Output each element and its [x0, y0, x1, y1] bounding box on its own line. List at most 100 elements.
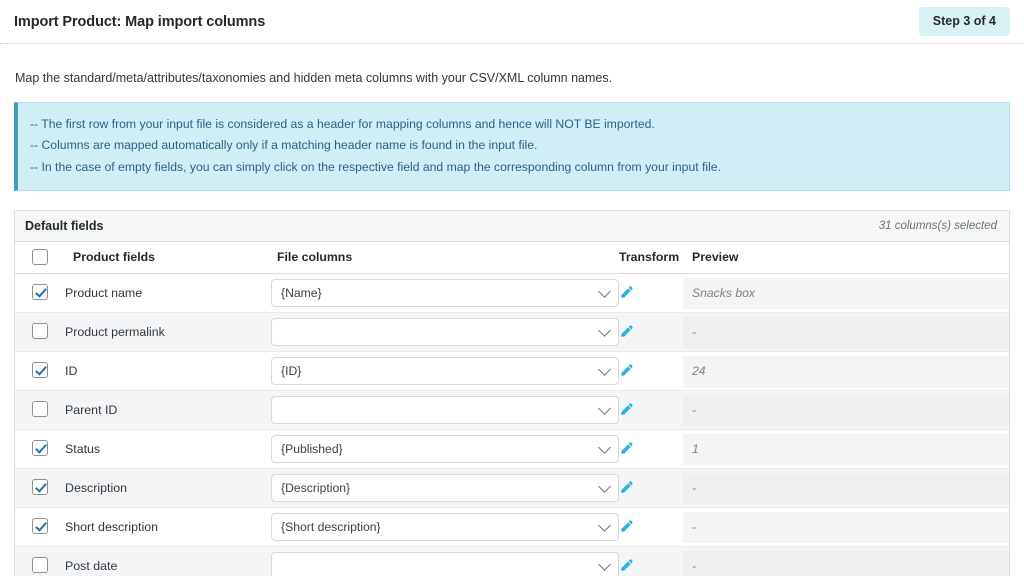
preview-cell: -: [683, 507, 1009, 547]
chevron-down-icon: [598, 440, 611, 454]
transform-cell: [619, 468, 683, 508]
preview-value: 24: [683, 354, 1009, 387]
file-column-select[interactable]: [271, 317, 619, 346]
table-row: Post date -: [15, 546, 1009, 576]
row-checkbox[interactable]: [32, 440, 48, 457]
file-column-cell: {Description}: [271, 468, 619, 508]
row-checkbox[interactable]: [32, 479, 48, 496]
panel-title: Default fields: [25, 219, 104, 234]
preview-value: -: [683, 549, 1009, 576]
row-checkbox[interactable]: [32, 557, 48, 574]
pencil-icon[interactable]: [619, 402, 634, 417]
product-field-label: Parent ID: [65, 390, 271, 430]
table-row: Parent ID -: [15, 390, 1009, 430]
file-column-cell: [271, 390, 619, 430]
product-field-label: Description: [65, 468, 271, 508]
table-row: Description {Description} -: [15, 468, 1009, 508]
transform-cell: [619, 507, 683, 547]
file-column-cell: {Published}: [271, 429, 619, 469]
preview-cell: -: [683, 312, 1009, 352]
pencil-icon[interactable]: [619, 441, 634, 456]
transform-cell: [619, 546, 683, 576]
chevron-down-icon: [598, 401, 611, 415]
transform-cell: [619, 312, 683, 352]
file-column-value: {Short description}: [281, 519, 381, 534]
selected-columns-count: 31 columns(s) selected: [878, 220, 997, 233]
page-header: Import Product: Map import columns Step …: [0, 0, 1024, 44]
preview-value: -: [683, 315, 1009, 348]
file-column-cell: [271, 312, 619, 352]
product-field-label: Post date: [65, 546, 271, 576]
column-header-preview: Preview: [683, 242, 1009, 274]
preview-cell: -: [683, 468, 1009, 508]
row-select-cell: [15, 390, 65, 430]
row-select-cell: [15, 507, 65, 547]
file-column-select[interactable]: {Name}: [271, 278, 619, 307]
preview-value: 1: [683, 432, 1009, 465]
page-title: Import Product: Map import columns: [14, 13, 266, 30]
notice-line-1: -- The first row from your input file is…: [30, 117, 655, 131]
row-select-cell: [15, 546, 65, 576]
row-checkbox[interactable]: [32, 401, 48, 418]
step-badge: Step 3 of 4: [918, 7, 1010, 36]
notice-line-3: -- In the case of empty fields, you can …: [30, 159, 721, 174]
row-checkbox[interactable]: [32, 284, 48, 301]
preview-value: -: [683, 471, 1009, 504]
row-checkbox[interactable]: [32, 323, 48, 340]
file-column-cell: [271, 546, 619, 576]
pencil-icon[interactable]: [619, 363, 634, 378]
file-column-cell: {Name}: [271, 273, 619, 313]
file-column-select[interactable]: [271, 551, 619, 576]
table-header: Product fields File columns Transform Pr…: [15, 242, 1009, 274]
chevron-down-icon: [598, 284, 611, 298]
file-column-select[interactable]: {Description}: [271, 473, 619, 502]
info-notice: -- The first row from your input file is…: [14, 102, 1010, 192]
column-header-transform: Transform: [619, 242, 683, 274]
pencil-icon[interactable]: [619, 480, 634, 495]
row-select-cell: [15, 312, 65, 352]
chevron-down-icon: [598, 362, 611, 376]
row-select-cell: [15, 429, 65, 469]
chevron-down-icon: [598, 479, 611, 493]
row-select-cell: [15, 468, 65, 508]
notice-line-2: -- Columns are mapped automatically only…: [30, 138, 538, 153]
transform-cell: [619, 351, 683, 391]
preview-cell: 1: [683, 429, 1009, 469]
pencil-icon[interactable]: [619, 285, 634, 300]
file-column-value: {Name}: [281, 285, 322, 300]
pencil-icon[interactable]: [619, 519, 634, 534]
row-checkbox[interactable]: [32, 362, 48, 379]
chevron-down-icon: [598, 518, 611, 532]
product-field-label: ID: [65, 351, 271, 391]
file-column-cell: {ID}: [271, 351, 619, 391]
column-header-file-columns: File columns: [271, 242, 619, 274]
file-column-select[interactable]: [271, 395, 619, 424]
panel-header: Default fields 31 columns(s) selected: [15, 211, 1009, 243]
pencil-icon[interactable]: [619, 558, 634, 573]
pencil-icon[interactable]: [619, 324, 634, 339]
transform-cell: [619, 390, 683, 430]
file-column-select[interactable]: {ID}: [271, 356, 619, 385]
default-fields-panel: Default fields 31 columns(s) selected Pr…: [14, 210, 1010, 576]
file-column-value: {ID}: [281, 363, 302, 378]
preview-cell: Snacks box: [683, 273, 1009, 313]
row-select-cell: [15, 351, 65, 391]
preview-value: Snacks box: [683, 276, 1009, 309]
column-header-product-fields: Product fields: [65, 242, 271, 274]
file-column-select[interactable]: {Short description}: [271, 512, 619, 541]
select-all-header: [15, 242, 65, 274]
file-column-select[interactable]: {Published}: [271, 434, 619, 463]
product-field-label: Product name: [65, 273, 271, 313]
row-checkbox[interactable]: [32, 518, 48, 535]
preview-cell: -: [683, 390, 1009, 430]
table-row: Status {Published} 1: [15, 429, 1009, 469]
preview-value: -: [683, 393, 1009, 426]
table-header-row: Product fields File columns Transform Pr…: [15, 242, 1009, 274]
table-row: Product name {Name} Snacks box: [15, 273, 1009, 313]
preview-cell: 24: [683, 351, 1009, 391]
intro-description: Map the standard/meta/attributes/taxonom…: [15, 71, 613, 85]
table-row: ID {ID} 24: [15, 351, 1009, 391]
product-field-label: Status: [65, 429, 271, 469]
select-all-checkbox[interactable]: [32, 249, 48, 266]
transform-cell: [619, 429, 683, 469]
